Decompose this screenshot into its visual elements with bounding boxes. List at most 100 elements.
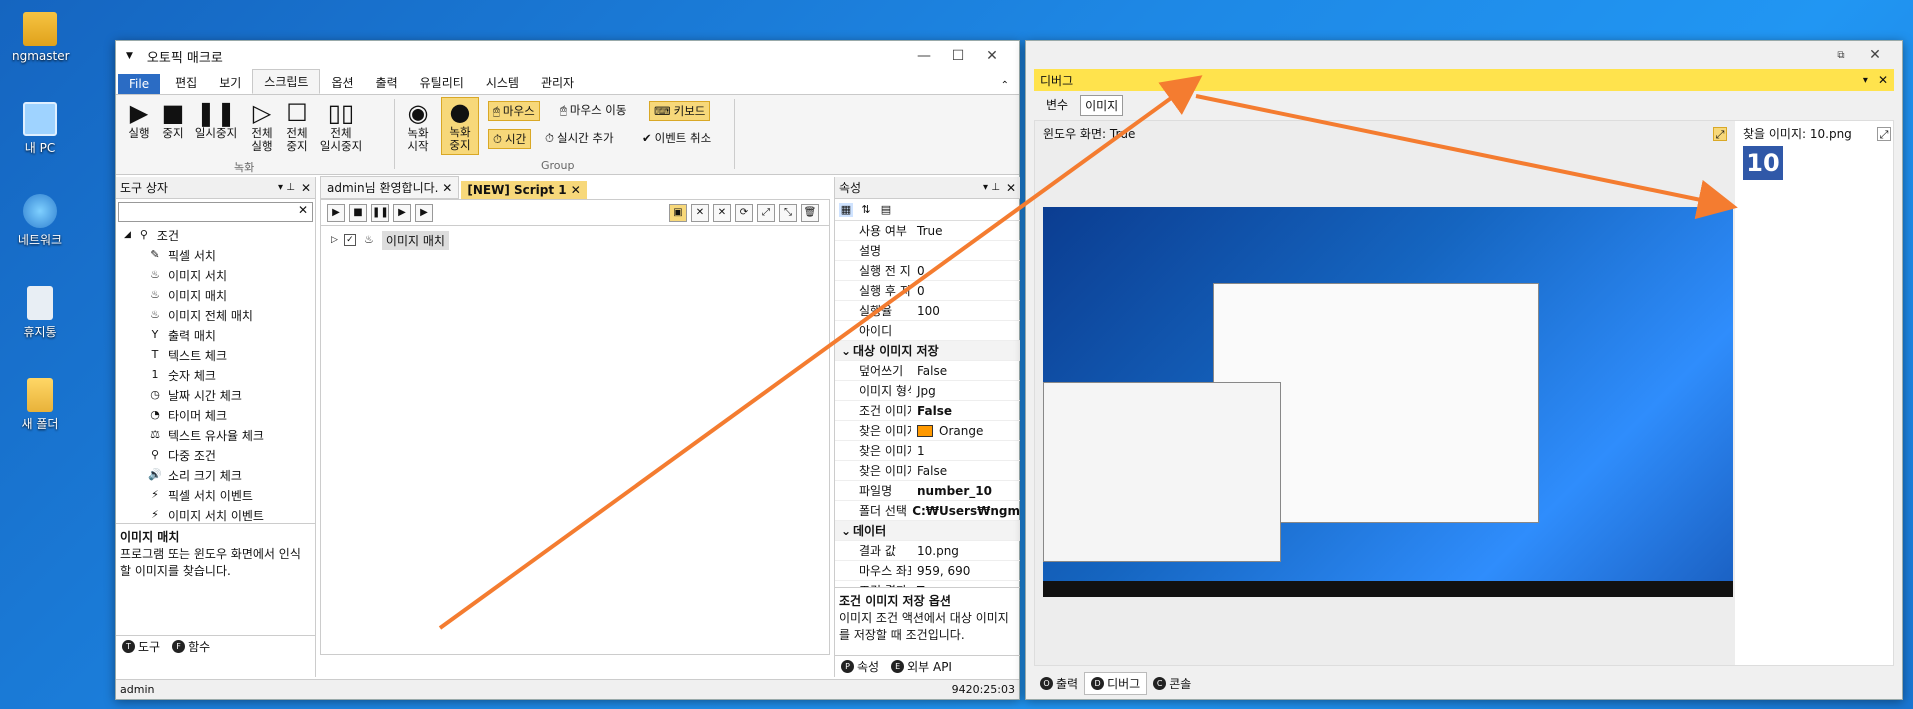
expand-icon[interactable]: ◢ — [124, 230, 131, 240]
property-row[interactable]: 찾은 이미지Orange — [835, 421, 1020, 441]
tab-view[interactable]: 보기 — [208, 71, 252, 94]
toolbox-item[interactable]: ⚖ 텍스트 유사율 체크 — [124, 425, 315, 445]
tab-tools[interactable]: T 도구 — [116, 636, 167, 657]
editor-image-icon[interactable]: ▣ — [669, 203, 687, 222]
toolbox-item[interactable]: Y 출력 매치 — [124, 325, 315, 345]
record-start-button[interactable]: ◉ 녹화 시작 — [401, 99, 435, 153]
editor-run-icon[interactable]: ▶ — [327, 203, 345, 222]
record-stop-button[interactable]: ● 녹화 중지 — [441, 97, 479, 155]
pause-all-button[interactable]: ▯▯ 전체 일시중지 — [316, 99, 366, 153]
toolbox-search-input[interactable] — [119, 203, 294, 221]
editor-pause-icon[interactable]: ❚❚ — [371, 203, 389, 222]
editor-collapse-icon[interactable]: ⤡ — [779, 203, 797, 222]
toolbox-item[interactable]: T 텍스트 체크 — [124, 345, 315, 365]
tab-external-api[interactable]: E 외부 API — [885, 656, 958, 677]
desktop-icon-pc[interactable]: 내 PC — [12, 102, 68, 156]
property-row[interactable]: 찾은 이미지1 — [835, 441, 1020, 461]
tab-admin[interactable]: 관리자 — [530, 71, 585, 94]
editor-stop-icon[interactable]: ■ — [349, 203, 367, 222]
tab-edit[interactable]: 편집 — [164, 71, 208, 94]
mouse-toggle[interactable]: 🖱 마우스 — [488, 101, 540, 121]
keyboard-toggle[interactable]: ⌨ 키보드 — [649, 101, 711, 121]
pin-icon[interactable]: ▾ ⊥ — [278, 182, 295, 193]
minimize-button[interactable]: — — [907, 48, 941, 64]
prop-pages-icon[interactable]: ▤ — [879, 203, 893, 217]
editor-cut2-icon[interactable]: ✕ — [713, 203, 731, 222]
property-row[interactable]: 실행율 100 — [835, 301, 1020, 321]
event-cancel-toggle[interactable]: ✔ 이벤트 취소 — [638, 129, 715, 147]
tab-system[interactable]: 시스템 — [475, 71, 530, 94]
toolbox-item[interactable]: 🔊 소리 크기 체크 — [124, 465, 315, 485]
toolbox-close-icon[interactable]: ✕ — [301, 181, 311, 195]
desktop-icon-recycle[interactable]: 휴지통 — [12, 286, 68, 340]
right-expand-icon[interactable]: ⤢ — [1877, 126, 1891, 141]
toolbox-item[interactable]: ✎ 픽셀 서치 — [124, 245, 315, 265]
prop-pin-icon[interactable]: ▾ ⊥ — [983, 182, 1000, 193]
property-row[interactable]: 설명 — [835, 241, 1020, 261]
toolbox-item[interactable]: ⚲ 다중 조건 — [124, 445, 315, 465]
maximize-button[interactable]: ☐ — [941, 48, 975, 64]
toolbox-item[interactable]: ♨ 이미지 매치 — [124, 285, 315, 305]
editor-expand-icon[interactable]: ⤢ — [757, 203, 775, 222]
left-expand-icon[interactable]: ⤢ — [1713, 126, 1727, 141]
tab-output[interactable]: 출력 — [365, 71, 409, 94]
debug-restore-icon[interactable]: ⧉ — [1824, 50, 1858, 61]
sort-az-icon[interactable]: ⇅ — [859, 203, 873, 217]
tab-functions[interactable]: F 함수 — [166, 636, 216, 657]
time-toggle[interactable]: ⏱ 시간 — [488, 129, 532, 149]
debug-close-icon[interactable]: ✕ — [1858, 47, 1892, 63]
editor-cut-icon[interactable]: ✕ — [691, 203, 709, 222]
toolbox-item[interactable]: ◔ 타이머 체크 — [124, 405, 315, 425]
toolbox-item[interactable]: ♨ 이미지 서치 — [124, 265, 315, 285]
clear-search-icon[interactable]: ✕ — [294, 203, 312, 221]
tab-file[interactable]: File — [118, 74, 161, 94]
pause-button[interactable]: ❚❚ 일시중지 — [192, 99, 240, 140]
toolbox-item[interactable]: ⚡ 픽셀 서치 이벤트 — [124, 485, 315, 505]
close-button[interactable]: ✕ — [975, 48, 1009, 64]
tab-script[interactable]: 스크립트 — [252, 69, 321, 94]
tab-properties[interactable]: P 속성 — [835, 656, 886, 677]
tree-root-condition[interactable]: ◢ ⚲ 조건 — [124, 225, 315, 245]
tab-script-1[interactable]: [NEW] Script 1 ✕ — [461, 181, 587, 199]
tab-console-bottom[interactable]: C 콘솔 — [1147, 672, 1197, 695]
stop-button[interactable]: ■ 중지 — [158, 99, 188, 140]
toolbox-item[interactable]: ⚡ 이미지 서치 이벤트 — [124, 505, 315, 523]
editor-step-next-icon[interactable]: ▶ — [415, 203, 433, 222]
toolbox-item[interactable]: ◷ 날짜 시간 체크 — [124, 385, 315, 405]
ribbon-collapse-icon[interactable]: ⌃ — [991, 77, 1019, 94]
property-row[interactable]: 이미지 형식Jpg — [835, 381, 1020, 401]
editor-delete-icon[interactable]: 🗑 — [801, 203, 819, 222]
run-all-button[interactable]: ▷ 전체 실행 — [246, 99, 278, 153]
desktop-icon-user[interactable]: ngmaster — [12, 12, 70, 63]
tab-image[interactable]: 이미지 — [1080, 95, 1124, 116]
property-row[interactable]: 마우스 좌표959, 690 — [835, 561, 1020, 581]
tab-output-bottom[interactable]: O 출력 — [1034, 672, 1084, 695]
editor-refresh-icon[interactable]: ⟳ — [735, 203, 753, 222]
property-row[interactable]: 덮어쓰기 False — [835, 361, 1020, 381]
stop-all-button[interactable]: ☐ 전체 중지 — [282, 99, 312, 153]
debug-panel-close-icon[interactable]: ✕ — [1878, 73, 1888, 87]
script-node-image-match[interactable]: ▷ ✓ ♨ 이미지 매치 — [331, 230, 819, 250]
property-row[interactable]: 파일명 number_10 — [835, 481, 1020, 501]
desktop-icon-folder[interactable]: 새 폴더 — [12, 378, 68, 432]
mouse-move-toggle[interactable]: 🖱 마우스 이동 — [556, 101, 630, 119]
property-row[interactable]: 사용 여부 True — [835, 221, 1020, 241]
system-menu-icon[interactable]: ▼ — [126, 51, 133, 61]
toolbox-item[interactable]: 1 숫자 체크 — [124, 365, 315, 385]
property-row[interactable]: 결과 값 10.png — [835, 541, 1020, 561]
properties-close-icon[interactable]: ✕ — [1006, 181, 1016, 195]
tab-debug-bottom[interactable]: D 디버그 — [1084, 672, 1148, 695]
tab-welcome[interactable]: admin님 환영합니다. ✕ — [320, 176, 460, 199]
property-row[interactable]: 찾은 이미지False — [835, 461, 1020, 481]
node-checkbox[interactable]: ✓ — [343, 234, 356, 246]
property-row[interactable]: 폴더 선택 C:₩Users₩ngm — [835, 501, 1020, 521]
tab-variables[interactable]: 변수 — [1042, 95, 1072, 116]
run-button[interactable]: ▶ 실행 — [122, 99, 156, 140]
realtime-add-toggle[interactable]: ⏱ 실시간 추가 — [541, 129, 618, 147]
property-row[interactable]: 조건 이미지False — [835, 401, 1020, 421]
property-row[interactable]: 아이디 — [835, 321, 1020, 341]
prop-category-data[interactable]: ⌄ 데이터 — [835, 521, 1020, 541]
editor-step-icon[interactable]: ▶ — [393, 203, 411, 222]
tab-options[interactable]: 옵션 — [320, 71, 364, 94]
tab-utility[interactable]: 유틸리티 — [409, 71, 475, 94]
